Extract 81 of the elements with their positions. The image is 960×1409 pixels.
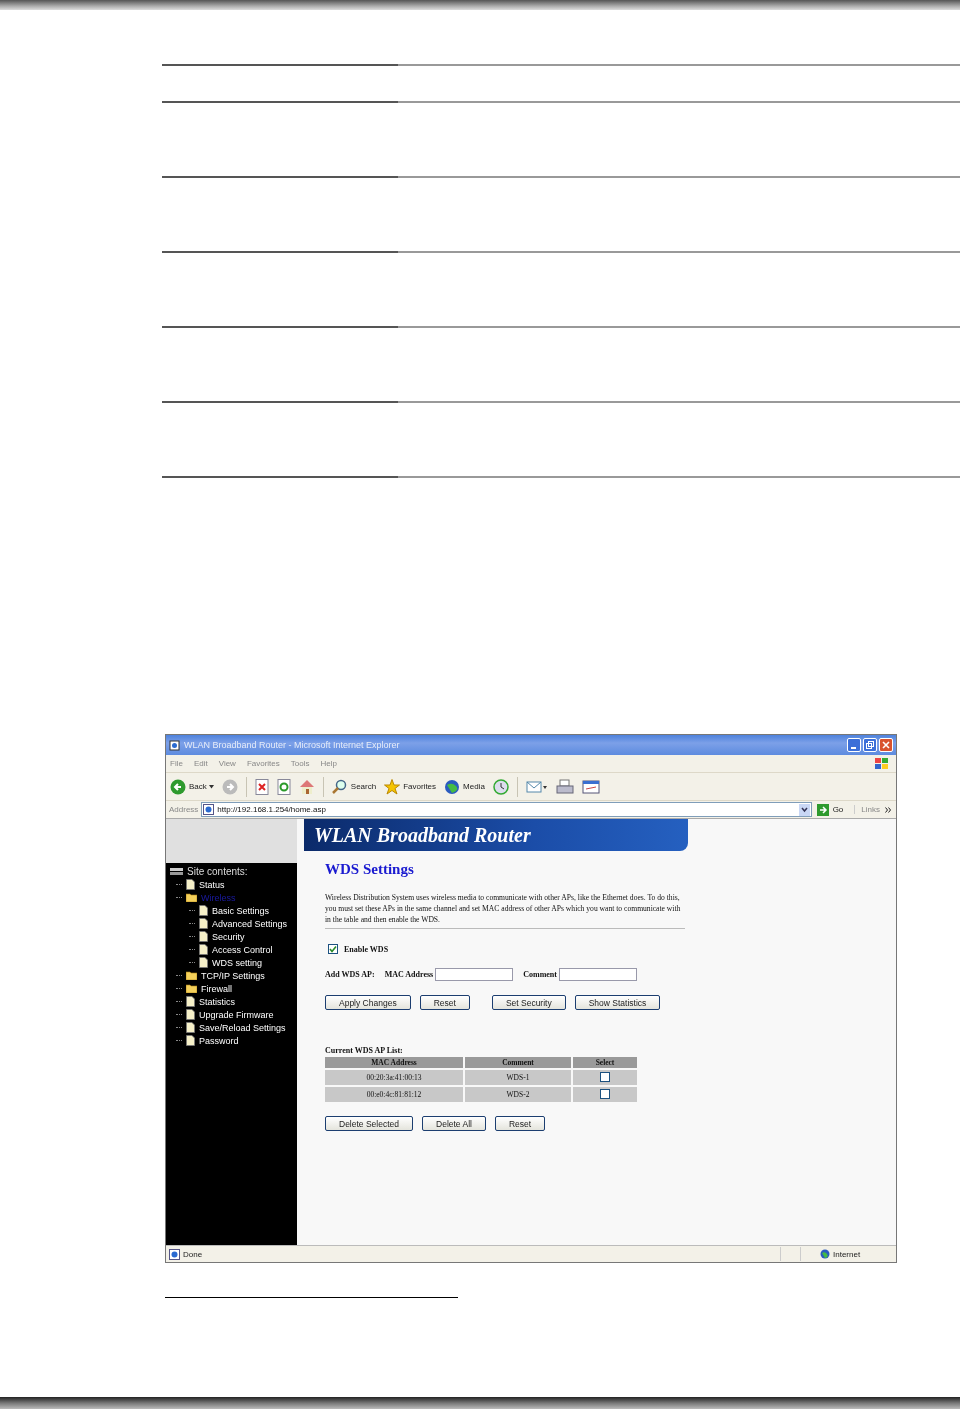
windows-logo-icon bbox=[875, 757, 888, 770]
caret-icon[interactable] bbox=[208, 784, 214, 789]
printer-icon[interactable] bbox=[555, 778, 574, 795]
document-icon bbox=[199, 931, 208, 942]
checkbox-label: Enable WDS bbox=[344, 944, 389, 954]
sidebar-item[interactable]: Save/Reload Settings bbox=[199, 1022, 286, 1033]
checkbox[interactable] bbox=[600, 1088, 610, 1099]
form-button[interactable]: Show Statistics bbox=[574, 995, 661, 1010]
back-icon bbox=[170, 778, 186, 795]
document-icon bbox=[186, 1035, 195, 1046]
close-icon bbox=[882, 741, 890, 749]
restore-icon bbox=[866, 741, 874, 749]
checkbox[interactable] bbox=[328, 944, 338, 954]
checkbox[interactable] bbox=[600, 1071, 610, 1082]
sidebar-item[interactable]: Password bbox=[199, 1035, 239, 1046]
stop-icon[interactable] bbox=[254, 778, 269, 795]
sidebar-item[interactable]: WDS setting bbox=[212, 957, 262, 968]
go-button[interactable]: Go bbox=[814, 803, 852, 816]
address-label: Address bbox=[169, 805, 199, 814]
status-text: Done bbox=[183, 1249, 204, 1259]
sidebar-item[interactable]: Upgrade Firmware bbox=[199, 1009, 274, 1020]
form-button[interactable]: Delete All bbox=[422, 1116, 486, 1131]
close-button[interactable] bbox=[879, 738, 893, 752]
tree-root-icon bbox=[170, 867, 183, 876]
media-button[interactable]: Media bbox=[444, 778, 485, 795]
document-icon bbox=[199, 957, 208, 968]
document-icon bbox=[199, 918, 208, 929]
form-button[interactable]: Set Security bbox=[491, 995, 566, 1010]
document-icon bbox=[199, 905, 208, 916]
page-icon bbox=[169, 739, 180, 751]
refresh-icon[interactable] bbox=[276, 778, 291, 795]
sidebar-item[interactable]: Basic Settings bbox=[212, 905, 270, 916]
document-icon bbox=[186, 1009, 195, 1020]
star-icon bbox=[384, 778, 401, 795]
mail-icon[interactable] bbox=[525, 778, 548, 795]
home-icon[interactable] bbox=[298, 778, 315, 795]
sidebar-item[interactable]: Status bbox=[199, 879, 225, 890]
document-icon bbox=[199, 944, 208, 955]
field-label: Comment bbox=[523, 970, 557, 979]
window-title: WLAN Broadband Router - Microsoft Internet Explorer bbox=[184, 740, 400, 750]
back-button[interactable]: Back bbox=[170, 778, 207, 795]
favorites-button[interactable]: Favorites bbox=[384, 778, 437, 795]
form-button[interactable]: Apply Changes bbox=[325, 995, 411, 1010]
edit-icon[interactable] bbox=[581, 778, 600, 795]
sidebar-item[interactable]: Firewall bbox=[201, 983, 232, 994]
form-button[interactable]: Delete Selected bbox=[325, 1116, 413, 1131]
document-icon bbox=[186, 1022, 195, 1033]
folder-icon bbox=[186, 984, 197, 993]
history-icon[interactable] bbox=[492, 778, 509, 795]
sidebar-header: Site contents: bbox=[187, 866, 248, 877]
document-icon bbox=[186, 996, 195, 1007]
folder-icon bbox=[186, 893, 197, 902]
folder-icon bbox=[186, 971, 197, 980]
sidebar-item[interactable]: Advanced Settings bbox=[212, 918, 288, 929]
page-heading: WDS Settings bbox=[325, 861, 415, 878]
document-icon bbox=[186, 879, 195, 890]
search-icon bbox=[331, 778, 348, 795]
sidebar-item[interactable]: Security bbox=[212, 931, 245, 942]
list-title: Current WDS AP List: bbox=[325, 1046, 404, 1055]
form-label: Add WDS AP: bbox=[325, 970, 375, 979]
form-button[interactable]: Reset bbox=[419, 995, 470, 1010]
restore-button[interactable] bbox=[863, 738, 877, 752]
address-field[interactable]: http://192.168.1.254/home.asp bbox=[201, 802, 812, 817]
zone-text: Internet bbox=[833, 1249, 862, 1259]
form-button[interactable]: Reset bbox=[494, 1116, 546, 1131]
minimize-button[interactable] bbox=[847, 738, 861, 752]
comment-field[interactable] bbox=[558, 968, 637, 981]
sidebar-item[interactable]: Statistics bbox=[199, 996, 235, 1007]
field-label: MAC Address bbox=[384, 970, 434, 979]
sidebar-item[interactable]: TCP/IP Settings bbox=[201, 970, 265, 981]
page-icon bbox=[169, 1248, 180, 1260]
search-button[interactable]: Search bbox=[331, 778, 377, 795]
page-icon bbox=[203, 804, 215, 815]
banner-title: WLAN Broadband Router bbox=[314, 823, 531, 847]
globe-icon bbox=[820, 1249, 830, 1259]
sidebar-item[interactable]: Access Control bbox=[212, 944, 273, 955]
dropdown-icon[interactable] bbox=[798, 803, 810, 816]
mac-address-field[interactable] bbox=[435, 968, 514, 981]
chevron-icon[interactable] bbox=[885, 806, 891, 813]
globe-icon bbox=[444, 778, 461, 795]
arrow-icon bbox=[816, 803, 829, 816]
